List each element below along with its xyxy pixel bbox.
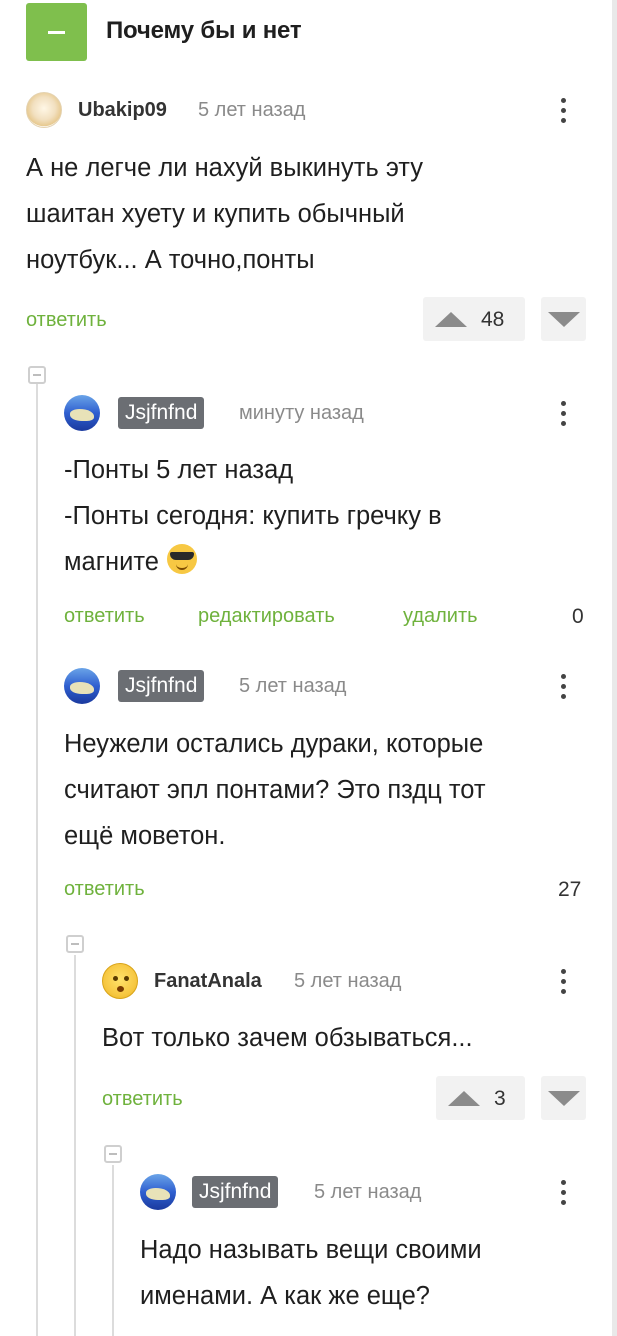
avatar[interactable] [64, 395, 100, 431]
comment-line: ноутбук... А точно,понты [26, 246, 315, 274]
avatar[interactable] [64, 668, 100, 704]
comment-line: именами. А как же еще? [140, 1282, 430, 1310]
collapse-topic-button[interactable] [26, 3, 87, 61]
comment-time[interactable]: 5 лет назад [314, 1181, 421, 1204]
thread-line [74, 955, 76, 1336]
more-icon[interactable] [558, 1174, 568, 1210]
comment-actions: ответить редактировать удалить 0 [64, 605, 586, 635]
comment-time[interactable]: 5 лет назад [294, 970, 401, 993]
thread-line [36, 384, 38, 1336]
score: 27 [558, 878, 582, 901]
comment-text: -Понты 5 лет назад -Понты сегодня: купит… [64, 447, 442, 585]
comment-time[interactable]: 5 лет назад [198, 99, 305, 122]
comment-line: шаитан хуету и купить обычный [26, 200, 405, 228]
collapse-thread-icon[interactable] [104, 1145, 122, 1163]
score: 0 [572, 605, 584, 628]
comment-header: Jsjfnfnd минуту назад [64, 395, 586, 431]
comment-fanatanala: FanatAnala 5 лет назад Вот только зачем … [102, 963, 586, 1123]
comment-header: Jsjfnfnd 5 лет назад [64, 668, 586, 704]
comment-line: ещё моветон. [64, 822, 226, 850]
comment-line: Вот только зачем обзываться... [102, 1024, 473, 1052]
comment-line: -Понты сегодня: купить гречку в [64, 502, 442, 530]
comment-header: FanatAnala 5 лет назад [102, 963, 586, 999]
minus-icon [48, 31, 65, 34]
comment-actions: ответить 27 [64, 878, 586, 908]
avatar[interactable] [102, 963, 138, 999]
upvote-button[interactable]: 48 [423, 297, 525, 341]
comment-text: А не легче ли нахуй выкинуть эту шаитан … [26, 145, 423, 283]
comment-jsjfnfnd-1: Jsjfnfnd минуту назад -Понты 5 лет назад… [64, 395, 586, 645]
downvote-button[interactable] [541, 1076, 586, 1120]
comment-actions: ответить 3 [102, 1076, 586, 1120]
thread-line [112, 1165, 114, 1336]
more-icon[interactable] [558, 668, 568, 704]
comment-line: Неужели остались дураки, которые [64, 730, 484, 758]
delete-link[interactable]: удалить [403, 605, 478, 628]
comment-line: магните [64, 539, 442, 585]
more-icon[interactable] [558, 92, 568, 128]
comment-author[interactable]: FanatAnala [154, 970, 262, 993]
arrow-down-icon [548, 312, 580, 327]
comment-text: Надо называть вещи своими именами. А как… [140, 1227, 482, 1319]
upvote-button[interactable]: 3 [436, 1076, 525, 1120]
comment-line: считают эпл понтами? Это пздц тот [64, 776, 486, 804]
comment-author[interactable]: Ubakip09 [78, 99, 167, 122]
comment-header: Jsjfnfnd 5 лет назад [140, 1174, 586, 1210]
arrow-up-icon [435, 312, 467, 327]
downvote-button[interactable] [541, 297, 586, 341]
comment-line: А не легче ли нахуй выкинуть эту [26, 154, 423, 182]
comment-text: Неужели остались дураки, которые считают… [64, 721, 486, 859]
sunglasses-emoji-icon [166, 544, 197, 574]
comment-line-text: магните [64, 548, 159, 576]
topic-title: Почему бы и нет [106, 17, 302, 44]
edit-link[interactable]: редактировать [198, 605, 335, 628]
comment-time[interactable]: минуту назад [239, 402, 364, 425]
comment-author[interactable]: Jsjfnfnd [118, 670, 205, 702]
score: 48 [481, 308, 505, 331]
reply-link[interactable]: ответить [102, 1088, 183, 1111]
comment-time[interactable]: 5 лет назад [239, 675, 346, 698]
comment-actions: ответить 48 [26, 297, 586, 341]
comment-jsjfnfnd-2: Jsjfnfnd 5 лет назад Неужели остались ду… [64, 668, 586, 908]
collapse-thread-icon[interactable] [28, 366, 46, 384]
score: 3 [494, 1087, 506, 1110]
more-icon[interactable] [558, 963, 568, 999]
reply-link[interactable]: ответить [64, 878, 145, 901]
avatar[interactable] [140, 1174, 176, 1210]
reply-link[interactable]: ответить [64, 605, 145, 628]
comment-text: Вот только зачем обзываться... [102, 1015, 473, 1061]
comment-line: Надо называть вещи своими [140, 1236, 482, 1264]
comment-ubakip09: Ubakip09 5 лет назад А не легче ли нахуй… [26, 92, 586, 352]
topic-header: Почему бы и нет [0, 0, 612, 70]
arrow-up-icon [448, 1091, 480, 1106]
reply-link[interactable]: ответить [26, 309, 107, 332]
comment-header: Ubakip09 5 лет назад [26, 92, 586, 128]
comment-line: -Понты 5 лет назад [64, 456, 294, 484]
arrow-down-icon [548, 1091, 580, 1106]
scrollbar-track [612, 0, 617, 1336]
more-icon[interactable] [558, 395, 568, 431]
collapse-thread-icon[interactable] [66, 935, 84, 953]
comment-author[interactable]: Jsjfnfnd [118, 397, 205, 429]
avatar[interactable] [26, 92, 62, 128]
comment-jsjfnfnd-3: Jsjfnfnd 5 лет назад Надо называть вещи … [140, 1174, 586, 1336]
comment-author[interactable]: Jsjfnfnd [192, 1176, 279, 1208]
